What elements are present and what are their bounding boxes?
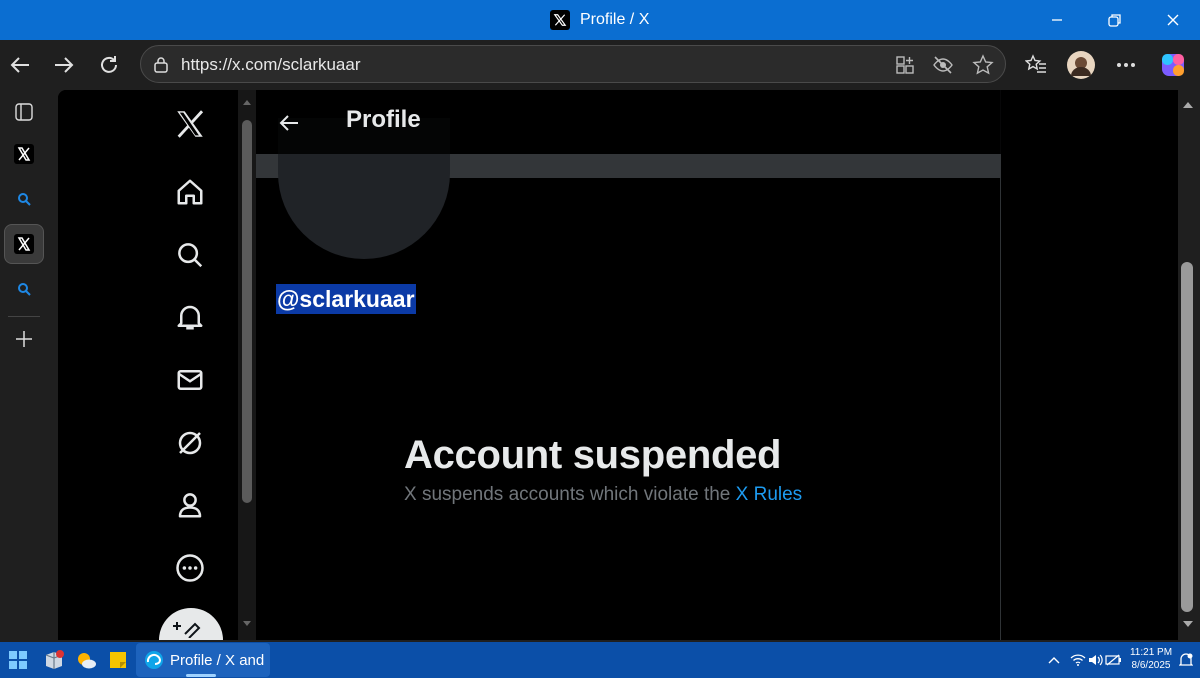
page-scrollbar[interactable] bbox=[1178, 90, 1200, 642]
page-scroll-down-icon[interactable] bbox=[1182, 620, 1194, 629]
address-bar[interactable]: https://x.com/sclarkuaar bbox=[140, 45, 1006, 83]
start-windows-icon[interactable] bbox=[4, 646, 32, 674]
profile-main-column: Profile @sclarkuaar Account suspended X … bbox=[256, 90, 1001, 640]
home-icon[interactable] bbox=[170, 172, 210, 212]
taskbar-edge-item[interactable]: Profile / X and bbox=[136, 643, 270, 677]
x-home-logo-icon[interactable] bbox=[170, 104, 210, 144]
notifications-center-icon[interactable] bbox=[1172, 646, 1200, 674]
suspension-notice: Account suspended X suspends accounts wh… bbox=[404, 433, 802, 506]
tab-search-1[interactable] bbox=[4, 179, 44, 219]
tab-x-1[interactable] bbox=[4, 134, 44, 174]
clock-time: 11:21 PM bbox=[1129, 647, 1173, 658]
x-side-navigation bbox=[58, 90, 238, 640]
app-available-icon[interactable] bbox=[893, 53, 917, 77]
page-scroll-thumb[interactable] bbox=[1181, 262, 1193, 612]
tab-actions-icon[interactable] bbox=[4, 92, 44, 132]
window-title: Profile / X bbox=[550, 0, 649, 40]
messages-envelope-icon[interactable] bbox=[170, 360, 210, 400]
edge-browser-icon bbox=[145, 651, 163, 669]
profile-avatar[interactable] bbox=[1065, 49, 1097, 81]
side-nav-scrollbar[interactable] bbox=[238, 90, 256, 640]
clock-date: 8/6/2025 bbox=[1131, 660, 1171, 671]
restore-button[interactable] bbox=[1092, 0, 1138, 40]
back-button[interactable] bbox=[4, 49, 36, 81]
forward-button[interactable] bbox=[48, 49, 80, 81]
scroll-down-arrow-icon[interactable] bbox=[242, 620, 252, 628]
suspension-explanation: X suspends accounts which violate the bbox=[404, 484, 731, 505]
favorites-icon[interactable] bbox=[1020, 49, 1052, 81]
vertical-tab-strip bbox=[0, 90, 50, 642]
weather-icon[interactable] bbox=[72, 646, 100, 674]
window-title-text: Profile / X bbox=[580, 11, 650, 28]
page-scroll-up-icon[interactable] bbox=[1182, 100, 1194, 109]
window-title-bar: Profile / X bbox=[0, 0, 1200, 40]
store-app-icon[interactable] bbox=[40, 646, 68, 674]
url-text[interactable]: https://x.com/sclarkuaar bbox=[181, 46, 361, 84]
new-tab-button[interactable] bbox=[4, 319, 44, 359]
tracking-prevention-icon[interactable] bbox=[931, 53, 955, 77]
close-button[interactable] bbox=[1150, 0, 1196, 40]
system-clock[interactable]: 11:21 PM 8/6/2025 bbox=[1126, 646, 1176, 672]
sticky-notes-icon[interactable] bbox=[104, 646, 132, 674]
more-options-icon[interactable] bbox=[1110, 49, 1142, 81]
notifications-bell-icon[interactable] bbox=[170, 297, 210, 337]
browser-toolbar: https://x.com/sclarkuaar bbox=[0, 40, 1200, 90]
taskbar-edge-label: Profile / X and bbox=[170, 651, 265, 669]
tab-search-2[interactable] bbox=[4, 269, 44, 309]
more-circle-icon[interactable] bbox=[170, 548, 210, 588]
suspension-text: X suspends accounts which violate the X … bbox=[404, 484, 802, 506]
battery-icon[interactable] bbox=[1100, 646, 1128, 674]
suspension-heading: Account suspended bbox=[404, 433, 782, 477]
x-logo-icon bbox=[550, 10, 570, 30]
web-viewport: Profile @sclarkuaar Account suspended X … bbox=[58, 90, 1178, 640]
compose-post-button[interactable] bbox=[159, 608, 223, 640]
profile-handle: @sclarkuaar bbox=[276, 284, 416, 314]
minimize-button[interactable] bbox=[1034, 0, 1080, 40]
taskbar: Profile / X and 11:21 PM 8/6/2025 bbox=[0, 642, 1200, 678]
profile-person-icon[interactable] bbox=[170, 485, 210, 525]
lock-icon[interactable] bbox=[153, 56, 169, 79]
favorite-star-icon[interactable] bbox=[971, 53, 995, 77]
page-title: Profile bbox=[346, 106, 421, 133]
refresh-button[interactable] bbox=[93, 49, 125, 81]
tab-x-active[interactable] bbox=[4, 224, 44, 264]
side-nav-scroll-thumb[interactable] bbox=[242, 120, 252, 503]
scroll-up-arrow-icon[interactable] bbox=[242, 98, 252, 106]
grok-icon[interactable] bbox=[170, 423, 210, 463]
x-rules-link[interactable]: X Rules bbox=[736, 484, 803, 505]
profile-header: Profile bbox=[256, 90, 1001, 154]
explore-search-icon[interactable] bbox=[170, 235, 210, 275]
tab-divider bbox=[8, 316, 40, 317]
back-arrow-icon[interactable] bbox=[272, 106, 306, 140]
copilot-icon[interactable] bbox=[1157, 49, 1189, 81]
